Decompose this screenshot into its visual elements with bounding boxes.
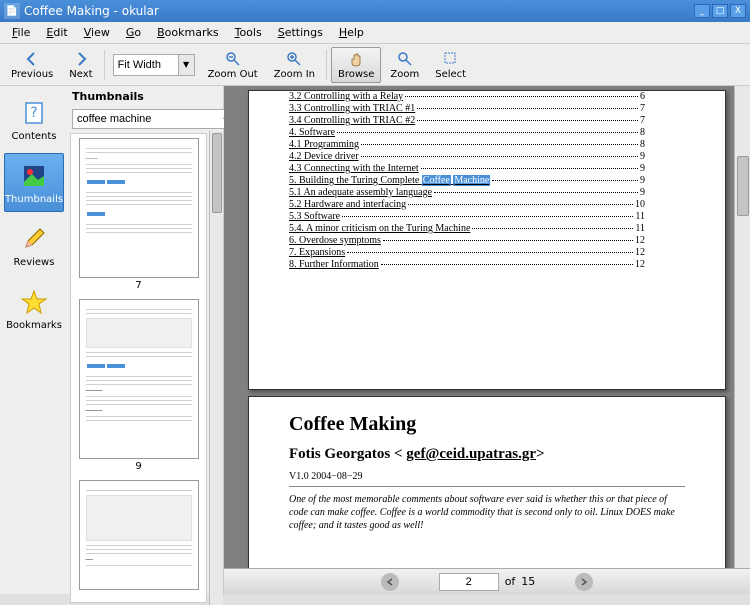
- magnifier-icon: [396, 50, 414, 68]
- arrow-left-icon: [23, 50, 41, 68]
- toc-row[interactable]: 4.3 Connecting with the Internet9: [289, 163, 645, 174]
- arrow-right-icon: [72, 50, 90, 68]
- viewer-scrollbar[interactable]: [734, 86, 750, 568]
- thumbnail-item[interactable]: ━━━━━━━ ━━━━━━━ 9: [75, 299, 202, 472]
- close-button[interactable]: X: [730, 4, 746, 18]
- doc-author: Fotis Georgatos < gef@ceid.upatras.gr>: [289, 446, 685, 463]
- doc-intro: One of the most memorable comments about…: [289, 493, 685, 532]
- zoom-input[interactable]: [114, 57, 178, 73]
- panel-scrollbar[interactable]: [209, 131, 223, 605]
- panel-title: Thumbnails: [68, 86, 223, 107]
- app-icon: 📄: [4, 3, 20, 19]
- menu-view[interactable]: View: [76, 24, 118, 41]
- contents-icon: ?: [18, 97, 50, 129]
- next-button[interactable]: Next: [62, 47, 99, 83]
- page-next-button[interactable]: [575, 573, 593, 591]
- thumbnail-item[interactable]: ━━━━━ 7: [75, 138, 202, 291]
- maximize-button[interactable]: □: [712, 4, 728, 18]
- zoom-selector[interactable]: ▼: [113, 54, 195, 76]
- toc-row[interactable]: 4. Software8: [289, 127, 645, 138]
- select-icon: [442, 50, 460, 68]
- tab-contents[interactable]: ? Contents: [4, 90, 64, 149]
- toc-row[interactable]: 4.1 Programming8: [289, 139, 645, 150]
- menu-bookmarks[interactable]: Bookmarks: [149, 24, 226, 41]
- document-page: 3.2 Controlling with a Relay63.3 Control…: [248, 90, 726, 390]
- doc-title: Coffee Making: [289, 413, 685, 436]
- tab-reviews[interactable]: Reviews: [4, 216, 64, 275]
- zoom-in-icon: [285, 50, 303, 68]
- pencil-icon: [18, 223, 50, 255]
- menu-go[interactable]: Go: [118, 24, 149, 41]
- zoom-tool-button[interactable]: Zoom: [383, 47, 426, 83]
- toc-row[interactable]: 4.2 Device driver9: [289, 151, 645, 162]
- toc-row[interactable]: 5. Building the Turing Complete Coffee M…: [289, 175, 645, 186]
- toc-row[interactable]: 3.4 Controlling with TRIAC #27: [289, 115, 645, 126]
- zoom-in-button[interactable]: Zoom In: [267, 47, 322, 83]
- hand-icon: [347, 50, 365, 68]
- document-page: Coffee Making Fotis Georgatos < gef@ceid…: [248, 396, 726, 568]
- previous-button[interactable]: Previous: [4, 47, 60, 83]
- page-total: 15: [521, 575, 535, 588]
- toc-row[interactable]: 5.4. A minor criticism on the Turing Mac…: [289, 223, 645, 234]
- minimize-button[interactable]: _: [694, 4, 710, 18]
- tab-thumbnails[interactable]: Thumbnails: [4, 153, 64, 212]
- menu-file[interactable]: File: [4, 24, 38, 41]
- menu-tools[interactable]: Tools: [227, 24, 270, 41]
- star-icon: [18, 286, 50, 318]
- thumbnail-label: 9: [135, 461, 141, 472]
- toc-row[interactable]: 3.2 Controlling with a Relay6: [289, 91, 645, 102]
- toc-row[interactable]: 8. Further Information12: [289, 259, 645, 270]
- menu-edit[interactable]: Edit: [38, 24, 75, 41]
- doc-version: V1.0 2004−08−29: [289, 471, 685, 482]
- toc-row[interactable]: 7. Expansions12: [289, 247, 645, 258]
- toc-row[interactable]: 5.2 Hardware and interfacing10: [289, 199, 645, 210]
- tab-bookmarks[interactable]: Bookmarks: [4, 279, 64, 338]
- zoom-out-icon: [224, 50, 242, 68]
- select-button[interactable]: Select: [428, 47, 473, 83]
- thumbnail-item[interactable]: ━━━: [75, 480, 202, 590]
- zoom-out-button[interactable]: Zoom Out: [201, 47, 265, 83]
- window-title: Coffee Making - okular: [24, 4, 159, 18]
- document-viewport[interactable]: 3.2 Controlling with a Relay63.3 Control…: [224, 86, 750, 568]
- svg-text:?: ?: [30, 105, 37, 121]
- thumbnails-icon: [18, 160, 50, 192]
- toc-row[interactable]: 3.3 Controlling with TRIAC #17: [289, 103, 645, 114]
- menu-help[interactable]: Help: [331, 24, 372, 41]
- menu-settings[interactable]: Settings: [270, 24, 331, 41]
- page-input[interactable]: [439, 573, 499, 591]
- toc-row[interactable]: 5.3 Software11: [289, 211, 645, 222]
- thumbnail-label: 7: [135, 280, 141, 291]
- search-input[interactable]: [73, 111, 223, 127]
- toc-row[interactable]: 6. Overdose symptoms12: [289, 235, 645, 246]
- page-prev-button[interactable]: [381, 573, 399, 591]
- browse-button[interactable]: Browse: [331, 47, 381, 83]
- thumbnails-list[interactable]: ━━━━━ 7: [70, 133, 207, 603]
- page-of-label: of: [505, 575, 516, 588]
- toc-row[interactable]: 5.1 An adequate assembly language9: [289, 187, 645, 198]
- chevron-down-icon[interactable]: ▼: [178, 55, 194, 75]
